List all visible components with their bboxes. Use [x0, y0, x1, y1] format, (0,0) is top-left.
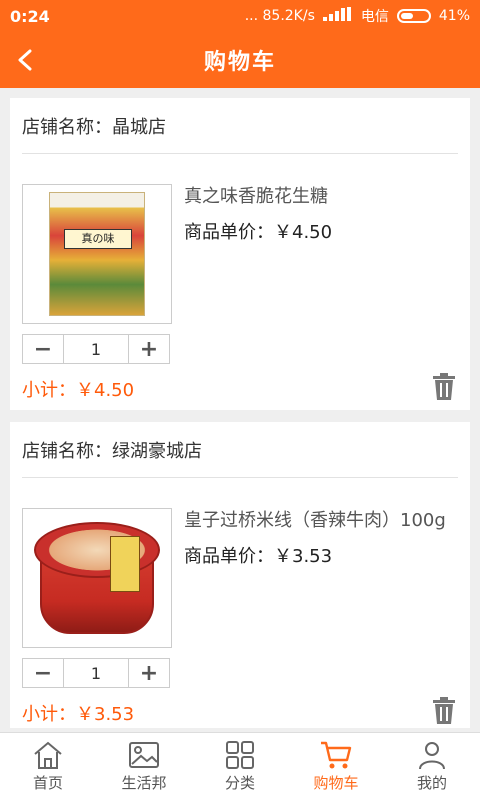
nav-item-mine[interactable]: 我的: [384, 733, 480, 800]
nav-item-category[interactable]: 分类: [192, 733, 288, 800]
delete-button[interactable]: [432, 373, 456, 405]
nav-label: 首页: [32, 774, 63, 792]
subtotal: 小计：￥4.50: [22, 380, 135, 401]
back-button[interactable]: [8, 42, 44, 78]
store-label: 店铺名称：晶城店: [22, 116, 166, 138]
nav-item-life[interactable]: 生活邦: [96, 733, 192, 800]
carrier: 电信: [360, 9, 389, 25]
nav-item-cart[interactable]: 购物车: [288, 733, 384, 800]
nav-label: 我的: [416, 774, 447, 792]
nav-label: 购物车: [313, 774, 359, 792]
noodle-bowl-image: [32, 518, 162, 638]
grid-icon: [226, 741, 254, 769]
increase-button[interactable]: +: [128, 334, 170, 364]
subtotal: 小计：￥3.53: [22, 704, 135, 725]
quantity-stepper: − 1 +: [22, 334, 458, 364]
page-title: 购物车: [203, 50, 276, 75]
quantity-input[interactable]: 1: [64, 658, 128, 688]
decrease-button[interactable]: −: [22, 658, 64, 688]
package-label: 真の味: [64, 229, 132, 249]
item-name[interactable]: 真之味香脆花生糖: [184, 184, 458, 210]
status-right: ... 85.2K/s 电信 41%: [245, 6, 470, 26]
store-card: 店铺名称：晶城店 真の味 真之味香脆花生糖 商品单价：￥4.50 − 1 + 小…: [10, 98, 470, 410]
candy-package-image: 真の味: [49, 192, 145, 316]
nav-item-home[interactable]: 首页: [0, 733, 96, 800]
bottom-nav: 首页 生活邦 分类 购物车 我的: [0, 732, 480, 800]
increase-button[interactable]: +: [128, 658, 170, 688]
item-info: 皇子过桥米线（香辣牛肉）100g 商品单价：￥3.53: [184, 508, 458, 648]
store-label: 店铺名称：绿湖豪城店: [22, 440, 202, 462]
status-bar: 0:24 ... 85.2K/s 电信 41%: [0, 0, 480, 32]
cart-icon: [321, 741, 352, 769]
item-unit-price: 商品单价：￥3.53: [184, 546, 333, 567]
delete-button[interactable]: [432, 697, 456, 728]
product-image[interactable]: 真の味: [22, 184, 172, 324]
quantity-input[interactable]: 1: [64, 334, 128, 364]
trash-icon: [433, 373, 455, 400]
home-icon: [34, 741, 62, 769]
item-info: 真之味香脆花生糖 商品单价：￥4.50: [184, 184, 458, 324]
chevron-left-icon: [18, 49, 32, 71]
signal-icon: [322, 7, 353, 25]
nav-label: 分类: [224, 774, 255, 792]
cart-item: 真の味 真之味香脆花生糖 商品单价：￥4.50: [22, 154, 458, 324]
item-unit-price: 商品单价：￥4.50: [184, 222, 333, 243]
quantity-stepper: − 1 +: [22, 658, 458, 688]
subtotal-row: 小计：￥3.53: [22, 688, 458, 728]
header: 购物车: [0, 32, 480, 88]
store-card: 店铺名称：绿湖豪城店 皇子过桥米线（香辣牛肉）100g 商品单价：￥3.53 −…: [10, 422, 470, 728]
store-header: 店铺名称：晶城店: [22, 98, 458, 154]
subtotal-row: 小计：￥4.50: [22, 364, 458, 414]
decrease-button[interactable]: −: [22, 334, 64, 364]
trash-icon: [433, 697, 455, 724]
store-header: 店铺名称：绿湖豪城店: [22, 422, 458, 478]
product-image[interactable]: [22, 508, 172, 648]
cart-list[interactable]: 店铺名称：晶城店 真の味 真之味香脆花生糖 商品单价：￥4.50 − 1 + 小…: [10, 98, 470, 728]
status-time: 0:24: [10, 6, 50, 26]
battery-level: 41%: [438, 8, 470, 24]
user-icon: [419, 742, 445, 770]
cart-item: 皇子过桥米线（香辣牛肉）100g 商品单价：￥3.53: [22, 478, 458, 648]
battery-icon: [396, 9, 431, 23]
nav-label: 生活邦: [121, 774, 167, 792]
item-name[interactable]: 皇子过桥米线（香辣牛肉）100g: [184, 508, 458, 534]
network-speed: ... 85.2K/s: [244, 8, 315, 24]
image-icon: [129, 742, 159, 768]
